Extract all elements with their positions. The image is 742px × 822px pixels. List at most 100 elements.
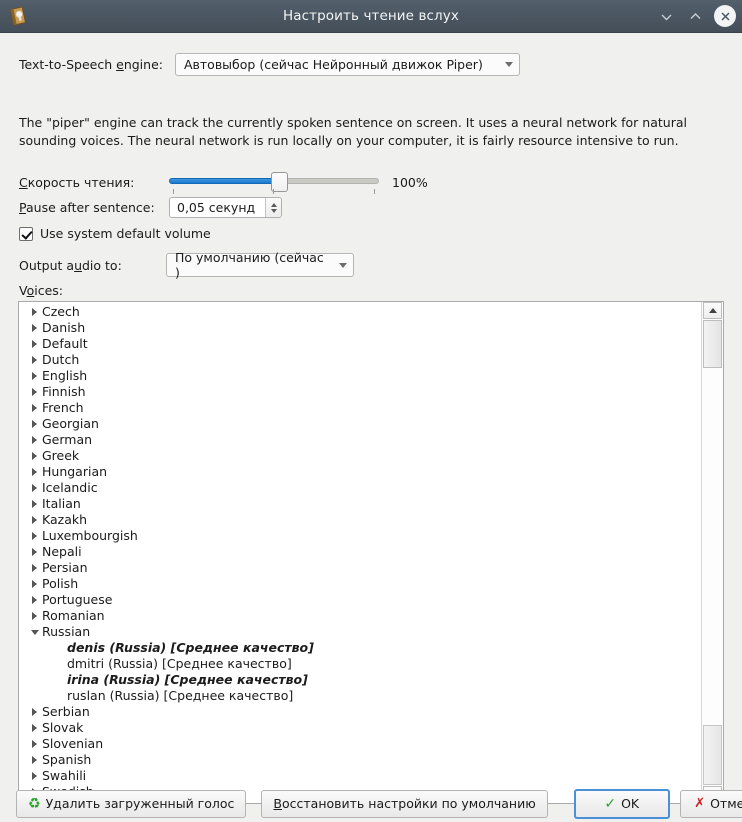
scroll-up-button[interactable] (703, 302, 722, 319)
output-audio-select[interactable]: По умолчанию (сейчас ) (166, 250, 354, 280)
voice-language-group[interactable]: Finnish (19, 384, 701, 400)
voice-language-group[interactable]: French (19, 400, 701, 416)
voice-language-group[interactable]: Russian (19, 624, 701, 640)
voice-language-group[interactable]: Czech (19, 304, 701, 320)
voice-language-group[interactable]: Polish (19, 576, 701, 592)
triangle-right-icon[interactable] (27, 516, 42, 524)
close-button[interactable] (714, 5, 736, 27)
disclosure-triangle (32, 356, 37, 364)
voice-language-group[interactable]: Georgian (19, 416, 701, 432)
voice-item[interactable]: ruslan (Russia) [Среднее качество] (19, 688, 701, 704)
triangle-right-icon[interactable] (27, 388, 42, 396)
triangle-right-icon[interactable] (27, 532, 42, 540)
triangle-right-icon[interactable] (27, 436, 42, 444)
voice-language-group[interactable]: Danish (19, 320, 701, 336)
minimize-button[interactable] (653, 3, 679, 29)
triangle-right-icon[interactable] (27, 404, 42, 412)
voices-tree[interactable]: Czech Danish Default Dutch English Finnish Fre… (18, 301, 724, 804)
window-title: Настроить чтение вслух (283, 8, 459, 24)
voice-item-label: Swahili (42, 768, 87, 783)
use-system-volume-row[interactable]: Use system default volume (19, 226, 211, 241)
stepper-buttons[interactable] (265, 198, 281, 217)
triangle-right-icon[interactable] (27, 740, 42, 748)
disclosure-triangle (32, 708, 37, 716)
cancel-button[interactable]: ✗ Отменить (679, 789, 742, 818)
pause-stepper[interactable]: 0,05 секунд (169, 197, 282, 218)
triangle-right-icon[interactable] (27, 484, 42, 492)
triangle-right-icon[interactable] (27, 452, 42, 460)
voice-language-group[interactable]: Nepali (19, 544, 701, 560)
voice-language-group[interactable]: Kazakh (19, 512, 701, 528)
voice-language-group[interactable]: Spanish (19, 752, 701, 768)
voice-item-label: Default (42, 336, 88, 351)
reading-speed-slider[interactable] (169, 171, 379, 194)
disclosure-triangle (32, 596, 37, 604)
disclosure-triangle (32, 548, 37, 556)
stepper-down-icon[interactable] (270, 208, 277, 213)
triangle-right-icon[interactable] (27, 548, 42, 556)
voice-language-group[interactable]: Swahili (19, 768, 701, 784)
chevron-down-icon (504, 62, 513, 67)
book-speaker-icon (7, 5, 29, 27)
triangle-right-icon[interactable] (27, 580, 42, 588)
voice-language-group[interactable]: Icelandic (19, 480, 701, 496)
voices-list[interactable]: Czech Danish Default Dutch English Finnish Fre… (19, 304, 701, 803)
voice-language-group[interactable]: Serbian (19, 704, 701, 720)
voice-item[interactable]: dmitri (Russia) [Среднее качество] (19, 656, 701, 672)
tts-engine-select[interactable]: Автовыбор (сейчас Нейронный движок Piper… (174, 53, 520, 76)
voice-language-group[interactable]: English (19, 368, 701, 384)
triangle-right-icon[interactable] (27, 420, 42, 428)
reading-speed-label: Скорость чтения: (19, 174, 135, 190)
disclosure-triangle (32, 372, 37, 380)
delete-downloaded-voice-button[interactable]: ♻ Удалить загруженный голос (16, 789, 247, 818)
voice-language-group[interactable]: German (19, 432, 701, 448)
voice-language-group[interactable]: Italian (19, 496, 701, 512)
stepper-up-icon[interactable] (270, 202, 277, 207)
restore-defaults-button[interactable]: Восстановить настройки по умолчанию (261, 789, 548, 818)
triangle-right-icon[interactable] (27, 500, 42, 508)
triangle-right-icon[interactable] (27, 356, 42, 364)
triangle-right-icon[interactable] (27, 756, 42, 764)
voice-item[interactable]: denis (Russia) [Среднее качество] (19, 640, 701, 656)
voices-scrollbar[interactable] (701, 302, 723, 803)
use-system-volume-checkbox[interactable] (19, 226, 33, 241)
triangle-right-icon[interactable] (27, 372, 42, 380)
triangle-down-icon[interactable] (27, 629, 42, 635)
scrollbar-thumb[interactable] (703, 320, 722, 368)
voice-language-group[interactable]: Dutch (19, 352, 701, 368)
triangle-right-icon[interactable] (27, 340, 42, 348)
triangle-right-icon[interactable] (27, 308, 42, 316)
voice-language-group[interactable]: Hungarian (19, 464, 701, 480)
voice-language-group[interactable]: Slovenian (19, 736, 701, 752)
triangle-right-icon[interactable] (27, 612, 42, 620)
voice-language-group[interactable]: Portuguese (19, 592, 701, 608)
voice-item-label: Luxembourgish (42, 528, 138, 543)
voice-language-group[interactable]: Slovak (19, 720, 701, 736)
voice-language-group[interactable]: Luxembourgish (19, 528, 701, 544)
triangle-right-icon[interactable] (27, 708, 42, 716)
check-icon: ✓ (604, 795, 617, 812)
reading-speed-value: 100% (392, 174, 428, 190)
maximize-button[interactable] (682, 3, 708, 29)
voice-item-label: Nepali (42, 544, 82, 559)
voice-item[interactable]: irina (Russia) [Среднее качество] (19, 672, 701, 688)
triangle-right-icon[interactable] (27, 564, 42, 572)
pause-value[interactable]: 0,05 секунд (170, 198, 265, 217)
voice-language-group[interactable]: Romanian (19, 608, 701, 624)
window-controls (653, 0, 736, 32)
voice-item-label: Kazakh (42, 512, 88, 527)
triangle-right-icon[interactable] (27, 724, 42, 732)
triangle-right-icon[interactable] (27, 772, 42, 780)
triangle-right-icon[interactable] (27, 596, 42, 604)
triangle-right-icon[interactable] (27, 468, 42, 476)
engine-description: The "piper" engine can track the current… (19, 115, 687, 148)
triangle-right-icon[interactable] (27, 324, 42, 332)
voice-language-group[interactable]: Persian (19, 560, 701, 576)
voice-language-group[interactable]: Default (19, 336, 701, 352)
ok-button[interactable]: ✓ OK (573, 788, 670, 819)
voice-language-group[interactable]: Greek (19, 448, 701, 464)
scrollbar-page-down[interactable] (703, 725, 722, 785)
disclosure-triangle (32, 468, 37, 476)
disclosure-triangle (32, 404, 37, 412)
voice-item-label: Hungarian (42, 464, 108, 479)
